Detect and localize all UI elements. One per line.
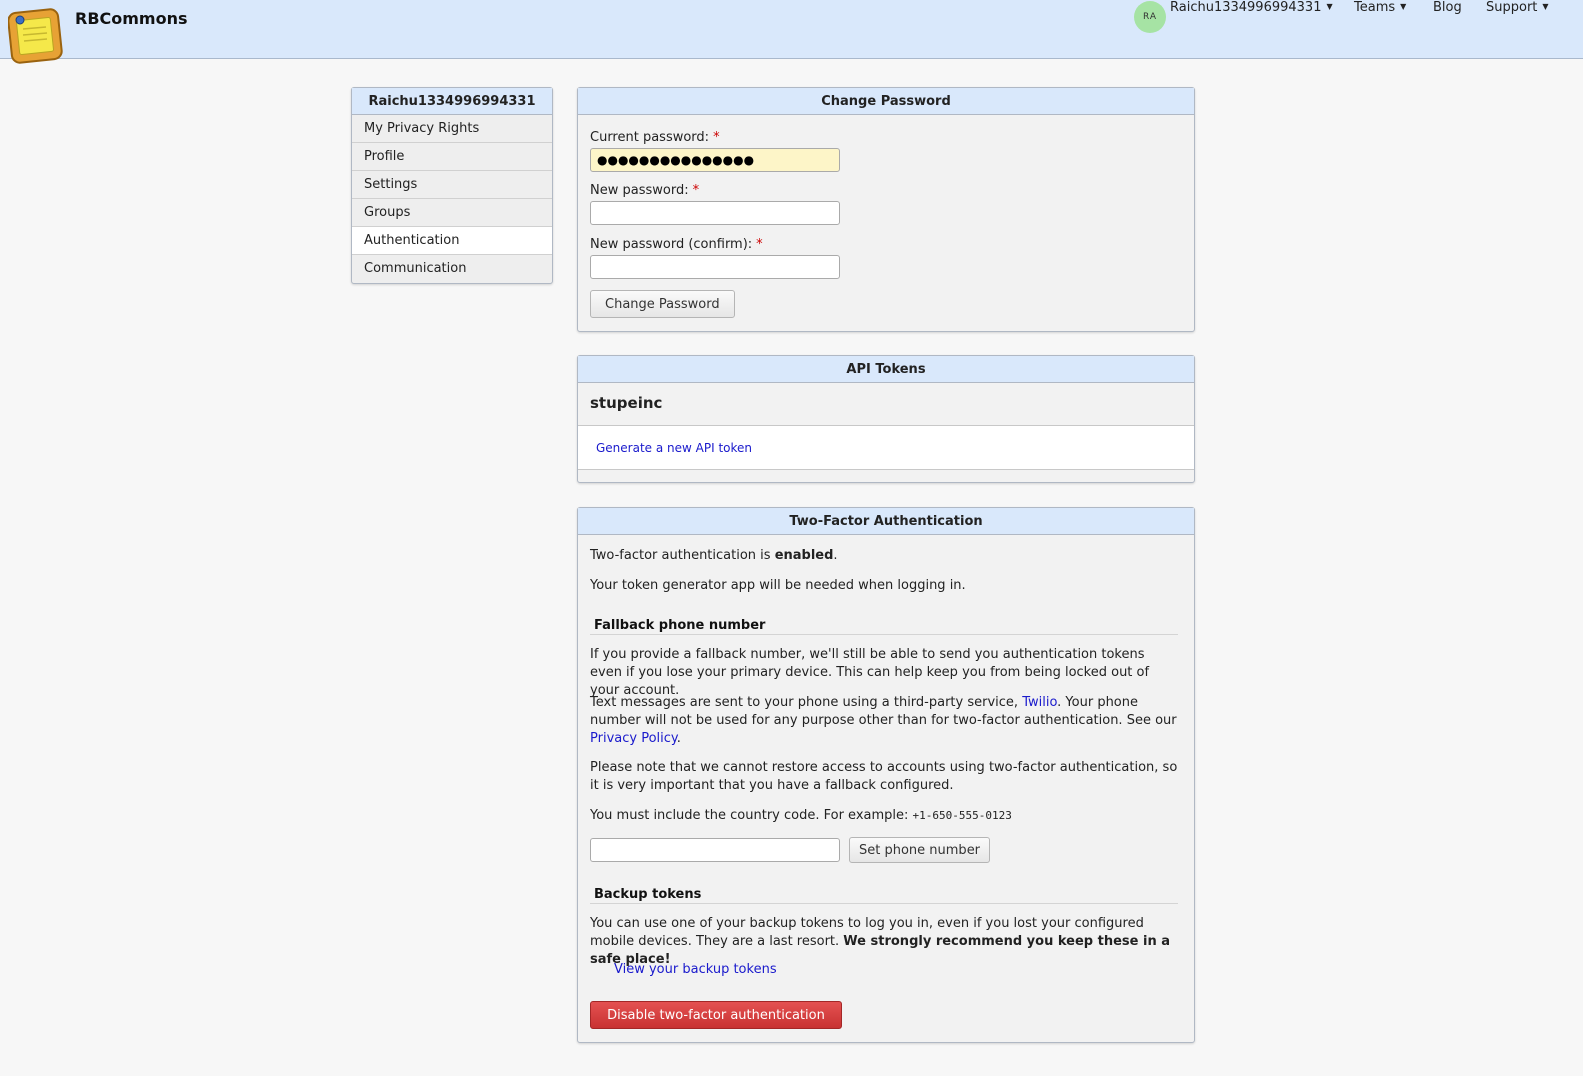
- user-menu[interactable]: Raichu1334996994331 ▼: [1170, 0, 1333, 15]
- brand-name[interactable]: RBCommons: [75, 9, 188, 28]
- phone-number-field[interactable]: [590, 838, 840, 862]
- country-code-text: You must include the country code. For e…: [590, 808, 913, 823]
- sidebar-item-privacy-rights[interactable]: My Privacy Rights: [352, 115, 552, 143]
- confirm-password-label-text: New password (confirm):: [590, 237, 753, 252]
- new-password-label: New password: *: [590, 183, 699, 198]
- fallback-p2-text-c: .: [676, 731, 681, 746]
- api-tokens-panel: API Tokens stupeinc Generate a new API t…: [577, 355, 1195, 483]
- two-factor-panel: Two-Factor Authentication Two-factor aut…: [577, 507, 1195, 1043]
- required-marker: *: [692, 183, 700, 198]
- nav-blog[interactable]: Blog: [1433, 0, 1462, 15]
- sidebar-item-settings[interactable]: Settings: [352, 171, 552, 199]
- nav-teams[interactable]: Teams ▼: [1354, 0, 1406, 15]
- top-bar: RBCommons RA Raichu1334996994331 ▼ Teams ▼…: [0, 0, 1583, 64]
- nav-support[interactable]: Support ▼: [1486, 0, 1549, 15]
- backup-tokens-heading: Backup tokens: [590, 887, 1178, 904]
- current-password-label-text: Current password:: [590, 130, 710, 145]
- set-phone-number-button[interactable]: Set phone number: [849, 837, 991, 863]
- fallback-p2-text-a: Text messages are sent to your phone usi…: [590, 695, 1023, 710]
- fallback-paragraph-1: If you provide a fallback number, we'll …: [590, 647, 1150, 698]
- backup-tokens-paragraph: You can use one of your backup tokens to…: [590, 915, 1180, 969]
- two-factor-status: Two-factor authentication is enabled.: [590, 547, 1180, 565]
- confirm-password-label: New password (confirm): *: [590, 237, 763, 252]
- country-code-note: You must include the country code. For e…: [590, 807, 1180, 825]
- sidebar-item-authentication[interactable]: Authentication: [352, 227, 552, 255]
- required-marker: *: [756, 237, 763, 252]
- new-password-field[interactable]: [590, 201, 840, 225]
- token-app-note: Your token generator app will be needed …: [590, 578, 966, 593]
- sidebar-item-communication[interactable]: Communication: [352, 255, 552, 283]
- api-tokens-title: API Tokens: [578, 356, 1194, 383]
- current-password-label: Current password: *: [590, 130, 720, 145]
- user-avatar[interactable]: RA: [1134, 1, 1166, 33]
- change-password-panel: Change Password Current password:* New p…: [577, 87, 1195, 332]
- new-password-label-text: New password:: [590, 183, 689, 198]
- change-password-button[interactable]: Change Password: [590, 290, 735, 318]
- fallback-paragraph-2: Text messages are sent to your phone usi…: [590, 694, 1180, 748]
- change-password-title: Change Password: [578, 88, 1194, 115]
- account-sidebar: Raichu1334996994331 My Privacy Rights Pr…: [351, 87, 553, 284]
- disable-two-factor-button[interactable]: Disable two-factor authentication: [590, 1001, 842, 1029]
- phone-example: +1-650-555-0123: [912, 809, 1012, 822]
- chevron-down-icon: ▼: [1542, 2, 1549, 11]
- sidebar-title: Raichu1334996994331: [352, 88, 552, 115]
- sidebar-item-groups[interactable]: Groups: [352, 199, 552, 227]
- api-token-account: stupeinc: [590, 394, 663, 412]
- twilio-link[interactable]: Twilio: [1022, 695, 1057, 710]
- status-value: enabled: [774, 548, 834, 563]
- privacy-policy-link[interactable]: Privacy Policy: [590, 731, 677, 746]
- required-marker: *: [713, 130, 720, 145]
- chevron-down-icon: ▼: [1326, 2, 1333, 11]
- api-token-list: Generate a new API token: [578, 425, 1194, 470]
- nav-teams-label: Teams: [1354, 0, 1396, 15]
- view-backup-tokens-link[interactable]: View your backup tokens: [614, 962, 777, 977]
- chevron-down-icon: ▼: [1400, 2, 1407, 11]
- rbcommons-logo[interactable]: [7, 8, 64, 64]
- status-suffix: .: [833, 548, 838, 563]
- sidebar-item-profile[interactable]: Profile: [352, 143, 552, 171]
- nav-support-label: Support: [1486, 0, 1538, 15]
- confirm-password-field[interactable]: [590, 255, 840, 279]
- generate-api-token-link[interactable]: Generate a new API token: [596, 441, 752, 455]
- fallback-paragraph-3: Please note that we cannot restore acces…: [590, 760, 1178, 793]
- nav-blog-label: Blog: [1433, 0, 1462, 15]
- fallback-heading: Fallback phone number: [590, 618, 1178, 635]
- user-name: Raichu1334996994331: [1170, 0, 1322, 15]
- status-prefix: Two-factor authentication is: [590, 548, 775, 563]
- two-factor-title: Two-Factor Authentication: [578, 508, 1194, 535]
- current-password-field[interactable]: [590, 148, 840, 172]
